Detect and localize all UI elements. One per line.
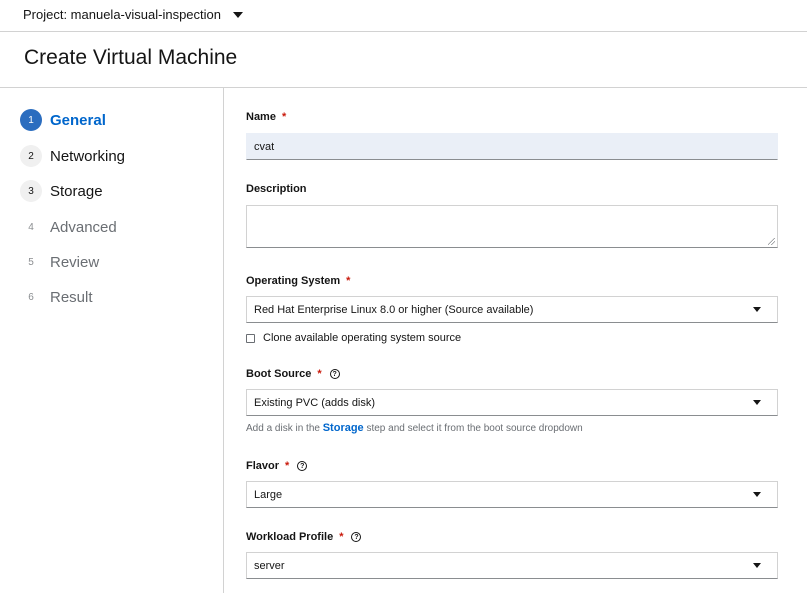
top-bar: Project: manuela-visual-inspection (0, 0, 807, 32)
step-number: 6 (28, 291, 34, 303)
step-label: Networking (50, 147, 126, 165)
general-form: Name * cvat Description Operating System… (224, 88, 807, 593)
boot-source-hint: Add a disk in the Storage step and selec… (246, 422, 583, 434)
flavor-label: Flavor * ? (246, 460, 308, 472)
clone-os-checkbox[interactable] (246, 333, 255, 343)
name-input[interactable]: cvat (246, 133, 778, 160)
caret-down-icon (753, 400, 761, 405)
flavor-label-text: Flavor (246, 460, 280, 472)
step-number: 4 (28, 221, 34, 233)
step-storage[interactable]: 3 Storage (20, 179, 103, 203)
required-marker: * (285, 460, 290, 472)
step-label: Result (50, 288, 93, 306)
description-label: Description (246, 183, 307, 195)
os-label-text: Operating System (246, 275, 341, 287)
step-advanced: 4 Advanced (20, 215, 117, 239)
step-number: 1 (20, 109, 42, 131)
workload-label-text: Workload Profile (246, 531, 334, 543)
hint-text: step and select it from the boot source … (363, 423, 583, 434)
workload-value: server (254, 559, 285, 572)
resize-grip-icon[interactable] (768, 238, 775, 245)
name-label: Name * (246, 111, 286, 123)
description-label-text: Description (246, 183, 307, 195)
flavor-select[interactable]: Large (246, 481, 778, 508)
name-label-text: Name (246, 111, 276, 123)
os-select[interactable]: Red Hat Enterprise Linux 8.0 or higher (… (246, 296, 778, 323)
clone-os-option[interactable]: Clone available operating system source (246, 332, 461, 344)
wizard-nav: 1 General 2 Networking 3 Storage 4 Advan… (0, 88, 224, 593)
clone-os-label: Clone available operating system source (263, 332, 462, 344)
step-review: 5 Review (20, 250, 99, 274)
project-label: Project: manuela-visual-inspection (23, 7, 221, 22)
project-selector[interactable]: Project: manuela-visual-inspection (23, 7, 243, 22)
boot-source-label: Boot Source * ? (246, 368, 340, 380)
step-general[interactable]: 1 General (20, 108, 106, 132)
caret-down-icon (753, 492, 761, 497)
boot-source-select[interactable]: Existing PVC (adds disk) (246, 389, 778, 416)
page-title: Create Virtual Machine (24, 46, 238, 69)
title-bar: Create Virtual Machine (0, 32, 807, 88)
os-label: Operating System * (246, 275, 350, 287)
caret-down-icon (753, 563, 761, 568)
step-networking[interactable]: 2 Networking (20, 144, 125, 168)
required-marker: * (317, 368, 322, 380)
help-icon[interactable]: ? (329, 369, 340, 379)
workload-select[interactable]: server (246, 552, 778, 579)
help-icon[interactable]: ? (297, 461, 308, 471)
step-result: 6 Result (20, 285, 93, 309)
required-marker: * (339, 531, 344, 543)
hint-text: Add a disk in the (246, 423, 323, 434)
step-label: Advanced (50, 218, 117, 236)
description-textarea[interactable] (246, 205, 778, 248)
caret-down-icon[interactable] (232, 12, 243, 18)
step-label: General (50, 111, 106, 129)
boot-source-value: Existing PVC (adds disk) (254, 396, 376, 409)
step-label: Storage (50, 182, 103, 200)
step-number: 5 (28, 256, 34, 268)
required-marker: * (346, 275, 351, 287)
caret-down-icon (753, 307, 761, 312)
os-select-value: Red Hat Enterprise Linux 8.0 or higher (… (254, 303, 534, 316)
step-number: 2 (20, 145, 42, 167)
workload-label: Workload Profile * ? (246, 531, 362, 543)
storage-link[interactable]: Storage (323, 422, 364, 434)
step-label: Review (50, 253, 100, 271)
help-icon[interactable]: ? (351, 532, 362, 542)
flavor-value: Large (254, 488, 283, 501)
required-marker: * (281, 111, 287, 123)
step-number: 3 (20, 180, 42, 202)
boot-source-label-text: Boot Source (246, 368, 312, 380)
